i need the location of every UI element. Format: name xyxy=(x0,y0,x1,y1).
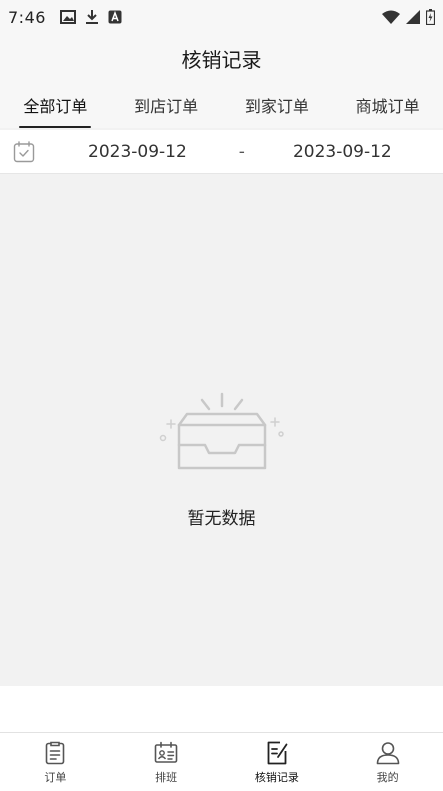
empty-box-icon xyxy=(159,392,284,470)
image-icon xyxy=(59,10,76,24)
nav-bar: 核销记录 xyxy=(0,34,443,82)
date-range-filter[interactable]: 2023-09-12 - 2023-09-12 xyxy=(0,130,443,174)
user-icon xyxy=(376,741,399,764)
signal-icon xyxy=(406,10,420,24)
tabbar-item-mine[interactable]: 我的 xyxy=(332,733,443,791)
date-separator: - xyxy=(238,141,245,162)
start-date[interactable]: 2023-09-12 xyxy=(88,142,187,162)
clipboard-icon xyxy=(46,741,65,764)
schedule-icon xyxy=(154,741,178,763)
end-date[interactable]: 2023-09-12 xyxy=(293,142,392,162)
tab-mall-orders[interactable]: 商城订单 xyxy=(352,85,424,125)
calendar-icon[interactable] xyxy=(12,140,36,164)
tabbar-item-orders[interactable]: 订单 xyxy=(0,733,111,791)
tab-in-store-orders[interactable]: 到店订单 xyxy=(130,85,202,125)
battery-icon xyxy=(426,9,435,25)
download-icon xyxy=(85,10,98,24)
status-icons-left xyxy=(59,9,122,25)
page-title: 核销记录 xyxy=(181,47,262,72)
edit-note-icon xyxy=(267,741,288,764)
status-time: 7:46 xyxy=(8,7,46,27)
status-bar: 7:46 xyxy=(0,0,443,34)
tabbar-label-schedule: 排班 xyxy=(155,770,178,784)
tab-all-orders[interactable]: 全部订单 xyxy=(19,85,92,128)
tabbar-label-orders: 订单 xyxy=(44,770,67,784)
tabbar-item-verification-records[interactable]: 核销记录 xyxy=(222,733,333,791)
tab-home-orders[interactable]: 到家订单 xyxy=(241,85,313,125)
status-icons-right xyxy=(382,9,435,25)
bottom-tabbar: 订单 排班 核销记录 我的 xyxy=(0,732,443,791)
empty-state: 暂无数据 xyxy=(0,390,443,529)
order-tabs: 全部订单 到店订单 到家订单 商城订单 xyxy=(0,82,443,128)
a-box-icon xyxy=(108,10,122,24)
empty-text: 暂无数据 xyxy=(187,509,256,529)
tabbar-item-schedule[interactable]: 排班 xyxy=(111,733,222,791)
wifi-icon xyxy=(382,10,400,24)
tabbar-label-verification-records: 核销记录 xyxy=(254,770,299,784)
tabbar-label-mine: 我的 xyxy=(376,770,399,784)
bottom-blank-area xyxy=(0,686,443,732)
